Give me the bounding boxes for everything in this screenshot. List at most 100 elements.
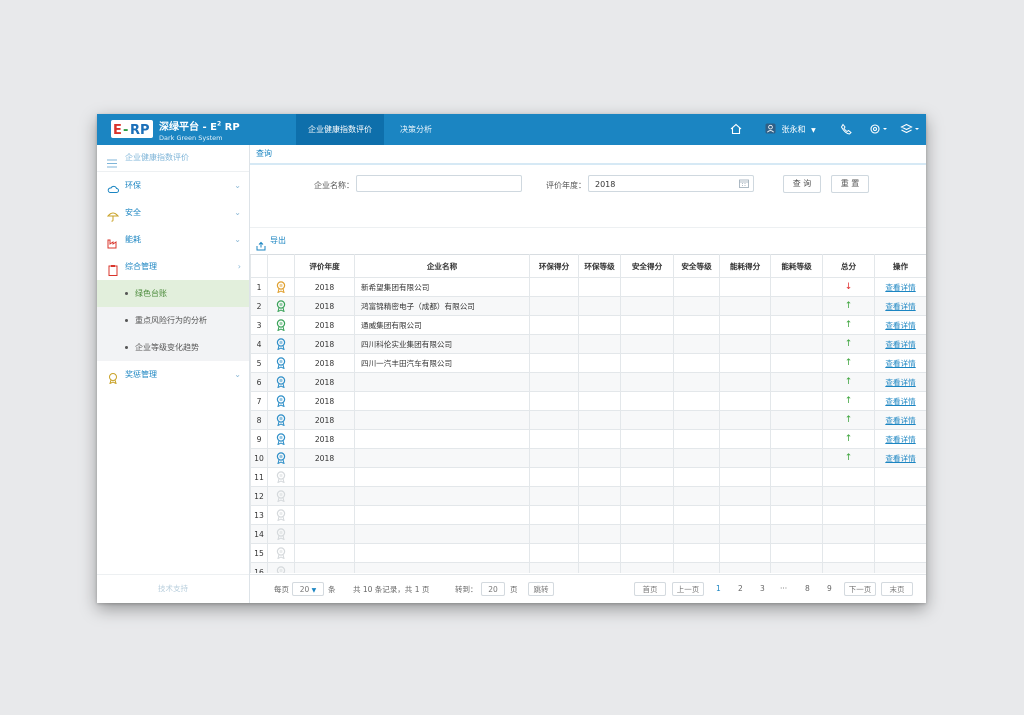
score-cell bbox=[719, 410, 771, 430]
score-cell bbox=[529, 410, 579, 430]
total-score-cell: ↑ bbox=[822, 372, 875, 392]
score-cell bbox=[578, 315, 621, 335]
sidebar-item-environment[interactable]: 环保 ⌄ bbox=[97, 172, 249, 199]
per-page-select[interactable]: 20 ▼ bbox=[292, 582, 324, 596]
score-cell bbox=[673, 467, 720, 487]
export-label: 导出 bbox=[270, 236, 286, 245]
table-wrapper: 评价年度 企业名称 环保得分 环保等级 安全得分 安全等级 能耗得分 能耗等级 … bbox=[250, 254, 926, 573]
view-details-link bbox=[874, 524, 926, 544]
sidebar-item-safety[interactable]: 安全 ⌄ bbox=[97, 199, 249, 226]
search-button[interactable]: 查 询 bbox=[783, 175, 821, 193]
gear-icon[interactable] bbox=[869, 122, 889, 136]
export-button[interactable]: 导出 bbox=[250, 228, 926, 254]
arrow-up-icon: ↑ bbox=[844, 415, 853, 425]
calendar-icon[interactable] bbox=[739, 179, 749, 188]
view-details-link[interactable]: 查看详情 bbox=[874, 353, 926, 373]
user-menu[interactable]: 张永和 ▼ bbox=[765, 123, 816, 135]
view-details-link[interactable]: 查看详情 bbox=[874, 334, 926, 354]
medal-icon bbox=[276, 376, 286, 389]
page-number[interactable]: 8 bbox=[805, 584, 810, 593]
company-name-cell bbox=[354, 562, 530, 573]
home-icon[interactable] bbox=[729, 122, 743, 136]
sidebar-subitem-risk-analysis[interactable]: 重点风险行为的分析 bbox=[97, 307, 249, 334]
row-number-cell: 9 bbox=[250, 429, 268, 449]
score-cell bbox=[770, 334, 823, 354]
total-score-cell: ↑ bbox=[822, 296, 875, 316]
column-header[interactable]: 安全等级 bbox=[673, 254, 720, 278]
page-number[interactable]: 3 bbox=[760, 584, 765, 593]
bullet bbox=[125, 346, 128, 349]
arrow-up-icon: ↑ bbox=[844, 396, 853, 406]
score-cell bbox=[529, 505, 579, 525]
sidebar-item-management[interactable]: 综合管理 › bbox=[97, 253, 249, 280]
view-details-link[interactable]: 查看详情 bbox=[874, 448, 926, 468]
score-cell bbox=[620, 429, 674, 449]
tab-health-index[interactable]: 企业健康指数评价 bbox=[296, 114, 384, 145]
view-details-link[interactable]: 查看详情 bbox=[874, 315, 926, 335]
score-cell bbox=[578, 353, 621, 373]
breadcrumb: 查询 bbox=[250, 145, 926, 165]
score-cell bbox=[578, 334, 621, 354]
goto-page-input[interactable]: 20 bbox=[481, 582, 505, 596]
score-cell bbox=[719, 486, 771, 506]
view-details-link bbox=[874, 486, 926, 506]
tab-decision-analysis[interactable]: 决策分析 bbox=[387, 114, 445, 145]
sidebar-item-rewards[interactable]: 奖惩管理 ⌄ bbox=[97, 361, 249, 388]
erp-logo: E - RP bbox=[111, 120, 153, 138]
score-cell bbox=[719, 372, 771, 392]
score-cell bbox=[719, 524, 771, 544]
sidebar-subitem-grade-trend[interactable]: 企业等级变化趋势 bbox=[97, 334, 249, 361]
year-cell bbox=[294, 467, 355, 487]
total-score-cell: ↑ bbox=[822, 429, 875, 449]
column-header[interactable]: 能耗得分 bbox=[719, 254, 771, 278]
reset-button[interactable]: 重 置 bbox=[831, 175, 869, 193]
sidebar-item-energy[interactable]: 能耗 ⌄ bbox=[97, 226, 249, 253]
layers-icon[interactable] bbox=[900, 122, 922, 136]
medal-icon bbox=[276, 338, 286, 351]
medal-cell bbox=[267, 467, 295, 487]
column-header[interactable]: 总分 bbox=[822, 254, 875, 278]
year-cell: 2018 bbox=[294, 429, 355, 449]
score-cell bbox=[620, 391, 674, 411]
column-header[interactable]: 评价年度 bbox=[294, 254, 355, 278]
next-page-button[interactable]: 下一页 bbox=[844, 582, 876, 596]
year-cell: 2018 bbox=[294, 353, 355, 373]
page-number[interactable]: 1 bbox=[716, 584, 721, 593]
column-header[interactable]: 企业名称 bbox=[354, 254, 530, 278]
last-page-button[interactable]: 末页 bbox=[881, 582, 913, 596]
sidebar-subitem-green-ledger[interactable]: 绿色台账 bbox=[97, 280, 249, 307]
sidebar-header[interactable]: 企业健康指数评价 bbox=[97, 145, 249, 172]
svg-text:E: E bbox=[113, 123, 122, 138]
view-details-link[interactable]: 查看详情 bbox=[874, 277, 926, 297]
column-header[interactable]: 环保等级 bbox=[578, 254, 621, 278]
score-cell bbox=[719, 315, 771, 335]
column-header[interactable]: 能耗等级 bbox=[770, 254, 823, 278]
goto-button[interactable]: 跳转 bbox=[528, 582, 554, 596]
score-cell bbox=[673, 410, 720, 430]
page-number[interactable]: 9 bbox=[827, 584, 832, 593]
medal-cell bbox=[267, 410, 295, 430]
row-number-cell: 5 bbox=[250, 353, 268, 373]
medal-cell bbox=[267, 486, 295, 506]
score-cell bbox=[719, 391, 771, 411]
year-input[interactable]: 2018 bbox=[588, 175, 754, 192]
prev-page-button[interactable]: 上一页 bbox=[672, 582, 704, 596]
medal-icon bbox=[276, 433, 286, 446]
score-cell bbox=[770, 296, 823, 316]
column-header[interactable]: 环保得分 bbox=[529, 254, 579, 278]
column-header[interactable]: 安全得分 bbox=[620, 254, 674, 278]
first-page-button[interactable]: 首页 bbox=[634, 582, 666, 596]
medal-cell bbox=[267, 505, 295, 525]
page-number[interactable]: 2 bbox=[738, 584, 743, 593]
view-details-link[interactable]: 查看详情 bbox=[874, 391, 926, 411]
view-details-link[interactable]: 查看详情 bbox=[874, 429, 926, 449]
score-cell bbox=[529, 372, 579, 392]
view-details-link[interactable]: 查看详情 bbox=[874, 296, 926, 316]
row-number-cell: 4 bbox=[250, 334, 268, 354]
company-name-cell: 四川科伦实业集团有限公司 bbox=[354, 334, 530, 354]
view-details-link[interactable]: 查看详情 bbox=[874, 410, 926, 430]
view-details-link[interactable]: 查看详情 bbox=[874, 372, 926, 392]
column-header bbox=[267, 254, 295, 278]
company-input[interactable] bbox=[356, 175, 522, 192]
phone-icon[interactable] bbox=[839, 122, 853, 136]
